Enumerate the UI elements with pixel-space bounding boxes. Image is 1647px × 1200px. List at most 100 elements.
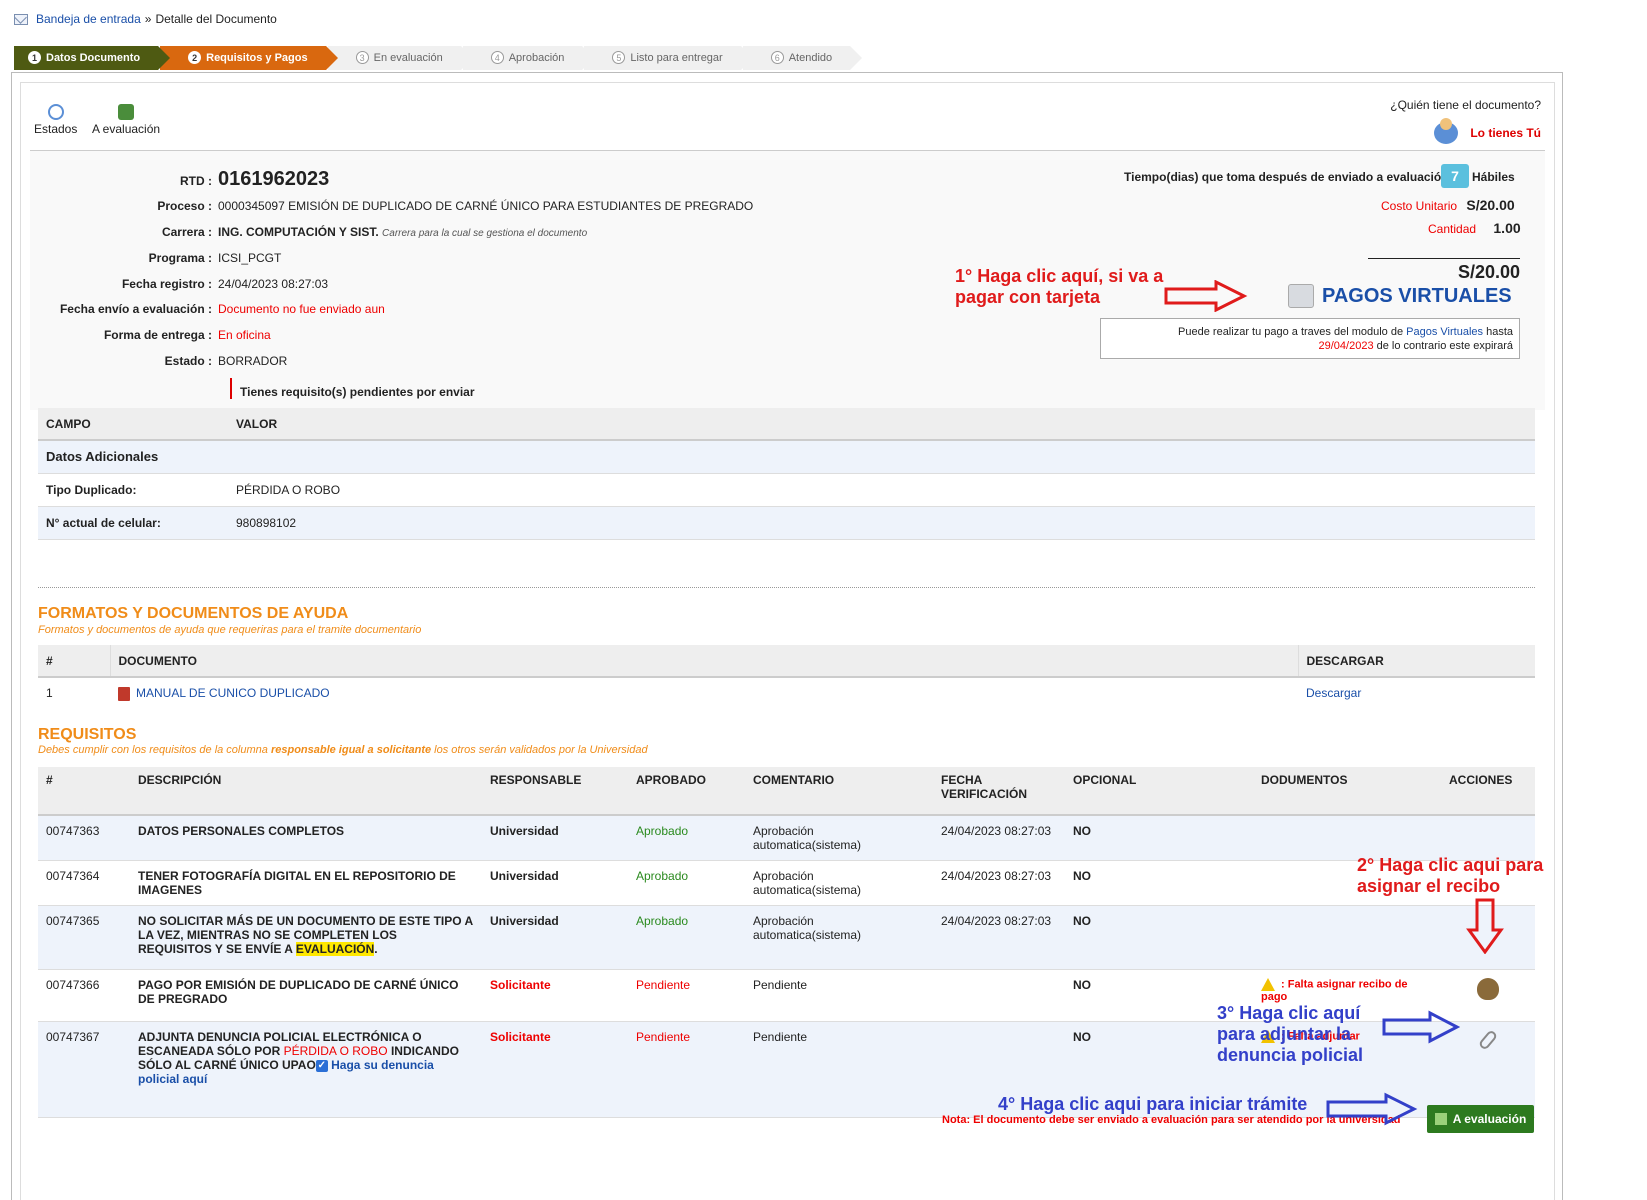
dias-badge: 7 <box>1441 164 1469 188</box>
breadcrumb-current: Detalle del Documento <box>155 12 277 26</box>
a-evaluacion-toolbar-button[interactable]: A evaluación <box>92 104 160 136</box>
fecha-envio-field: Fecha envío a evaluación : Documento no f… <box>59 302 385 316</box>
step-number: 4 <box>490 51 504 64</box>
col-valor: VALOR <box>228 408 1535 441</box>
formatos-title: FORMATOS Y DOCUMENTOS DE AYUDA <box>38 605 349 622</box>
pdf-icon <box>118 686 130 701</box>
rtd-field: RTD :0161962023 <box>180 168 330 190</box>
step-number: 6 <box>770 51 784 64</box>
clock-icon <box>47 104 64 120</box>
a-evaluacion-button-label: A evaluación <box>1452 1112 1527 1126</box>
pagos-virtuales-button[interactable]: PAGOS VIRTUALES <box>1288 284 1512 308</box>
document-holder: ¿Quién tiene el documento? Lo tienes Tú <box>1390 98 1541 144</box>
forma-entrega-field: Forma de entrega : En oficina <box>103 328 271 342</box>
warning-icon <box>1261 978 1275 991</box>
divider <box>38 587 1535 588</box>
arrow-down-red-icon <box>1466 898 1504 954</box>
step-label: En evaluación <box>373 52 443 64</box>
table-row: 1 MANUAL DE CUNICO DUPLICADO Descargar <box>46 686 1362 701</box>
annotation-3: 3° Haga clic aquí para adjuntar la denun… <box>1217 1003 1364 1065</box>
download-link[interactable]: Descargar <box>1306 686 1361 700</box>
pagos-virtuales-label: PAGOS VIRTUALES <box>1322 284 1512 307</box>
step-number: 2 <box>188 51 202 64</box>
arrow-right-blue-icon <box>1326 1092 1418 1126</box>
breadcrumb-inbox-link[interactable]: Bandeja de entrada <box>36 12 141 26</box>
carrera-field: Carrera : ING. COMPUTACIÓN Y SIST. Carrer… <box>161 225 588 239</box>
costo-unitario-value: S/20.00 <box>1466 197 1515 213</box>
forma-entrega-value: En oficina <box>218 328 271 342</box>
checkbox-icon: ✓ <box>315 1059 328 1072</box>
step-label: Aprobación <box>508 52 565 64</box>
a-evaluacion-button[interactable]: A evaluación <box>1427 1105 1534 1133</box>
step-label: Datos Documento <box>46 52 141 64</box>
user-icon <box>1434 118 1459 144</box>
step-atendido[interactable]: 6 Atendido <box>742 46 863 70</box>
estados-label: Estados <box>34 122 78 136</box>
progress-steps: 1 Datos Documento 2 Requisitos y Pagos 3 En… <box>14 46 863 70</box>
step-label: Atendido <box>788 52 833 64</box>
step-listo-entregar[interactable]: 5 Listo para entregar <box>584 46 754 70</box>
programa-value: ICSI_PCGT <box>218 251 282 265</box>
holder-answer: Lo tienes Tú <box>1470 126 1541 140</box>
cantidad-label: Cantidad <box>1428 222 1477 236</box>
step-datos-documento[interactable]: 1 Datos Documento <box>14 46 171 70</box>
table-row: 00747364 TENER FOTOGRAFÍA DIGITAL EN EL … <box>38 860 1535 906</box>
step-label: Requisitos y Pagos <box>206 52 308 64</box>
habiles-label: Hábiles <box>1472 170 1515 184</box>
step-en-evaluacion[interactable]: 3 En evaluación <box>327 46 473 70</box>
step-requisitos-pagos[interactable]: 2 Requisitos y Pagos <box>160 46 339 70</box>
breadcrumb-separator: » <box>144 12 152 26</box>
total-value: S/20.00 <box>1457 262 1520 282</box>
table-row: N° actual de celular: 980898102 <box>38 506 1535 540</box>
proceso-value: 0000345097 EMISIÓN DE DUPLICADO DE CARNÉ… <box>218 199 754 213</box>
requisitos-subtitle: Debes cumplir con los requisitos de la c… <box>38 744 648 756</box>
expiry-date: 29/04/2023 <box>1318 340 1374 352</box>
tiempo-label: Tiempo(dias) que toma después de enviado… <box>1124 170 1449 184</box>
table-row: Tipo Duplicado: PÉRDIDA O ROBO <box>38 473 1535 507</box>
costo-unitario-label: Costo Unitario <box>1381 199 1458 213</box>
breadcrumb: Bandeja de entrada » Detalle del Documen… <box>14 12 277 26</box>
estados-button[interactable]: Estados <box>34 104 77 136</box>
fecha-registro-field: Fecha registro :24/04/2023 08:27:03 <box>121 277 329 291</box>
money-bag-icon[interactable] <box>1477 978 1499 1000</box>
manual-link[interactable]: MANUAL DE CUNICO DUPLICADO <box>136 686 330 700</box>
step-number: 3 <box>355 51 369 64</box>
step-number: 1 <box>28 51 41 64</box>
cantidad-field: Cantidad 1.00 <box>1428 220 1521 236</box>
formatos-subtitle: Formatos y documentos de ayuda que reque… <box>38 624 422 636</box>
estado-value: BORRADOR <box>218 354 288 368</box>
pagos-virtuales-link[interactable]: Pagos Virtuales <box>1406 326 1483 338</box>
proceso-field: Proceso :0000345097 EMISIÓN DE DUPLICADO… <box>157 199 754 213</box>
step-number: 5 <box>612 51 626 64</box>
cantidad-value: 1.00 <box>1493 220 1521 236</box>
table-row: 00747363 DATOS PERSONALES COMPLETOS Univ… <box>38 815 1535 861</box>
additional-data-table: CAMPO VALOR Datos Adicionales Tipo Duplic… <box>38 408 1535 540</box>
pending-requirements-notice: Tienes requisito(s) pendientes por envia… <box>230 378 475 399</box>
mail-icon <box>14 13 28 25</box>
arrow-right-red-icon <box>1164 280 1248 312</box>
send-icon <box>118 104 135 120</box>
col-campo: CAMPO <box>38 408 228 441</box>
home-icon <box>1288 284 1314 308</box>
carrera-note: Carrera para la cual se gestiona el docu… <box>382 228 588 239</box>
estado-field: Estado : BORRADOR <box>164 354 288 368</box>
costo-unitario-field: Costo Unitario S/20.00 <box>1381 197 1515 213</box>
step-aprobacion[interactable]: 4 Aprobación <box>462 46 594 70</box>
paperclip-icon[interactable] <box>1477 1029 1499 1051</box>
annotation-1: 1° Haga clic aquí, si va a pagar con tar… <box>955 266 1164 307</box>
arrow-right-blue-icon <box>1382 1010 1460 1044</box>
annotation-4: 4° Haga clic aqui para iniciar trámite <box>998 1094 1308 1114</box>
holder-question: ¿Quién tiene el documento? <box>1390 98 1541 112</box>
payment-notice: Puede realizar tu pago a traves del modu… <box>1100 318 1520 359</box>
a-evaluacion-label: A evaluación <box>92 122 161 136</box>
fecha-envio-value: Documento no fue enviado aun <box>218 302 385 316</box>
programa-field: Programa : ICSI_PCGT <box>148 251 282 265</box>
section-datos-adicionales: Datos Adicionales <box>38 440 1535 474</box>
annotation-2: 2° Haga clic aqui para asignar el recibo <box>1357 855 1544 896</box>
send-icon <box>1434 1113 1447 1125</box>
step-label: Listo para entregar <box>630 52 723 64</box>
requisitos-title: REQUISITOS <box>38 726 137 743</box>
formatos-table: # DOCUMENTO DESCARGAR 1 MANUAL DE CUNICO D… <box>38 645 1535 713</box>
carrera-value: ING. COMPUTACIÓN Y SIST. <box>218 225 379 239</box>
table-row: 00747365 NO SOLICITAR MÁS DE UN DOCUMENT… <box>38 905 1535 970</box>
